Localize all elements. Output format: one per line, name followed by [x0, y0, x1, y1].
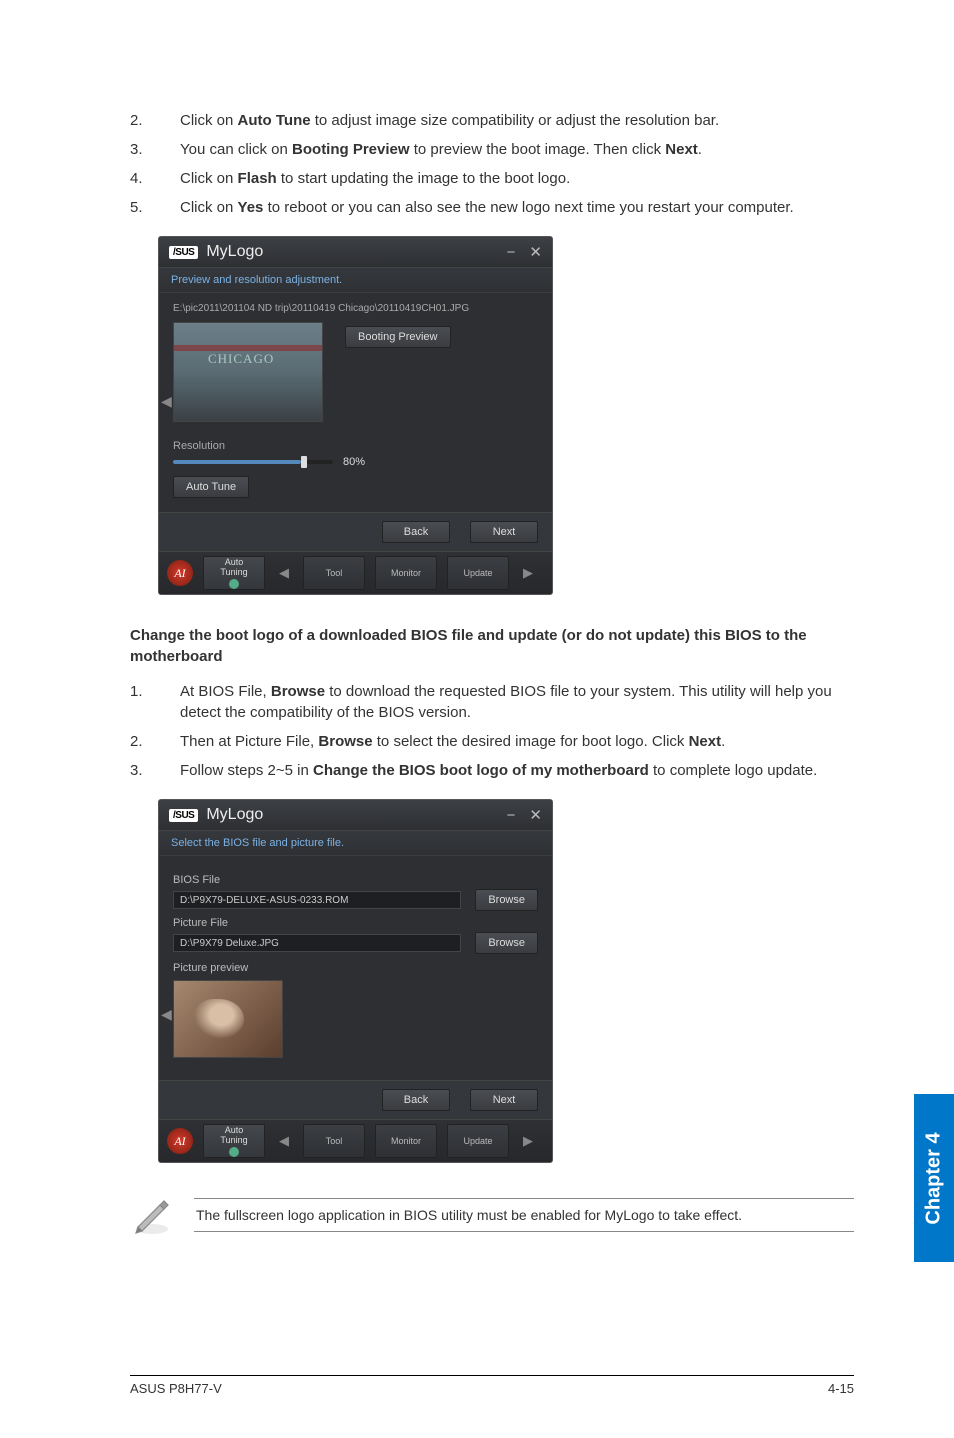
step-text: You can click on Booting Preview to prev…: [180, 139, 854, 160]
footer-page-number: 4-15: [828, 1381, 854, 1396]
step-item: 3. You can click on Booting Preview to pr…: [130, 139, 854, 160]
next-button[interactable]: Next: [470, 521, 538, 543]
step-number: 3.: [130, 760, 150, 781]
back-button[interactable]: Back: [382, 521, 450, 543]
window-title: MyLogo: [206, 243, 263, 261]
step-text: Follow steps 2~5 in Change the BIOS boot…: [180, 760, 854, 781]
mylogo-select-window: /SUS MyLogo − ✕ Select the BIOS file and…: [130, 799, 854, 1163]
step-number: 2.: [130, 110, 150, 131]
close-icon[interactable]: ✕: [529, 243, 542, 261]
picture-preview-label: Picture preview: [173, 962, 538, 974]
image-path: E:\pic2011\201104 ND trip\20110419 Chica…: [173, 303, 538, 314]
section-heading: Change the boot logo of a downloaded BIO…: [130, 625, 854, 667]
tab-tool[interactable]: Tool: [303, 1124, 365, 1158]
note-icon: [130, 1193, 174, 1237]
tab-update[interactable]: Update: [447, 1124, 509, 1158]
close-icon[interactable]: ✕: [529, 806, 542, 824]
next-button[interactable]: Next: [470, 1089, 538, 1111]
resolution-value: 80%: [343, 456, 365, 468]
footer-product: ASUS P8H77-V: [130, 1381, 222, 1396]
step-number: 1.: [130, 681, 150, 702]
nav-prev-icon[interactable]: ◀: [161, 1006, 172, 1023]
note-text: The fullscreen logo application in BIOS …: [194, 1198, 854, 1232]
ai-suite-icon[interactable]: AI: [167, 560, 193, 586]
page-footer: ASUS P8H77-V 4-15: [130, 1381, 854, 1396]
step-text: Click on Flash to start updating the ima…: [180, 168, 854, 189]
picture-file-field[interactable]: D:\P9X79 Deluxe.JPG: [173, 934, 461, 952]
step-text: At BIOS File, Browse to download the req…: [180, 681, 854, 723]
window-titlebar: /SUS MyLogo − ✕: [159, 237, 552, 268]
step-item: 4. Click on Flash to start updating the i…: [130, 168, 854, 189]
window-subtitle: Preview and resolution adjustment.: [159, 268, 552, 293]
browse-picture-button[interactable]: Browse: [475, 932, 538, 954]
picture-preview: [173, 980, 283, 1058]
steps-list-a: 2. Click on Auto Tune to adjust image siz…: [130, 110, 854, 218]
tab-monitor[interactable]: Monitor: [375, 556, 437, 590]
window-titlebar: /SUS MyLogo − ✕: [159, 800, 552, 831]
asus-logo: /SUS: [169, 246, 198, 259]
step-number: 5.: [130, 197, 150, 218]
step-number: 3.: [130, 139, 150, 160]
tab-auto-tuning[interactable]: Auto Tuning: [203, 556, 265, 590]
tab-auto-tuning[interactable]: Auto Tuning: [203, 1124, 265, 1158]
nav-left-icon[interactable]: ◀: [275, 565, 293, 581]
back-button[interactable]: Back: [382, 1089, 450, 1111]
tab-update[interactable]: Update: [447, 556, 509, 590]
bottom-nav: AI Auto Tuning ◀ Tool Monitor Update ▶: [159, 1119, 552, 1162]
step-text: Click on Auto Tune to adjust image size …: [180, 110, 854, 131]
step-item: 1. At BIOS File, Browse to download the r…: [130, 681, 854, 723]
step-item: 2. Click on Auto Tune to adjust image siz…: [130, 110, 854, 131]
steps-list-b: 1. At BIOS File, Browse to download the r…: [130, 681, 854, 781]
step-item: 3. Follow steps 2~5 in Change the BIOS bo…: [130, 760, 854, 781]
bios-file-field[interactable]: D:\P9X79-DELUXE-ASUS-0233.ROM: [173, 891, 461, 909]
browse-bios-button[interactable]: Browse: [475, 889, 538, 911]
nav-right-icon[interactable]: ▶: [519, 565, 537, 581]
step-item: 5. Click on Yes to reboot or you can also…: [130, 197, 854, 218]
minimize-icon[interactable]: −: [507, 244, 516, 261]
minimize-icon[interactable]: −: [507, 807, 516, 824]
resolution-label: Resolution: [173, 440, 538, 452]
auto-tune-button[interactable]: Auto Tune: [173, 476, 249, 498]
window-title: MyLogo: [206, 806, 263, 824]
asus-logo: /SUS: [169, 809, 198, 822]
resolution-slider[interactable]: [173, 460, 333, 464]
ai-suite-icon[interactable]: AI: [167, 1128, 193, 1154]
step-text: Click on Yes to reboot or you can also s…: [180, 197, 854, 218]
nav-left-icon[interactable]: ◀: [275, 1133, 293, 1149]
image-preview: [173, 322, 323, 422]
picture-file-label: Picture File: [173, 917, 538, 929]
step-text: Then at Picture File, Browse to select t…: [180, 731, 854, 752]
nav-right-icon[interactable]: ▶: [519, 1133, 537, 1149]
mylogo-preview-window: /SUS MyLogo − ✕ Preview and resolution a…: [130, 236, 854, 595]
bottom-nav: AI Auto Tuning ◀ Tool Monitor Update ▶: [159, 551, 552, 594]
chapter-tab: Chapter 4: [914, 1094, 954, 1262]
booting-preview-button[interactable]: Booting Preview: [345, 326, 451, 348]
tab-monitor[interactable]: Monitor: [375, 1124, 437, 1158]
window-subtitle: Select the BIOS file and picture file.: [159, 831, 552, 856]
step-number: 2.: [130, 731, 150, 752]
step-number: 4.: [130, 168, 150, 189]
tab-tool[interactable]: Tool: [303, 556, 365, 590]
bios-file-label: BIOS File: [173, 874, 538, 886]
step-item: 2. Then at Picture File, Browse to select…: [130, 731, 854, 752]
nav-prev-icon[interactable]: ◀: [161, 393, 172, 410]
